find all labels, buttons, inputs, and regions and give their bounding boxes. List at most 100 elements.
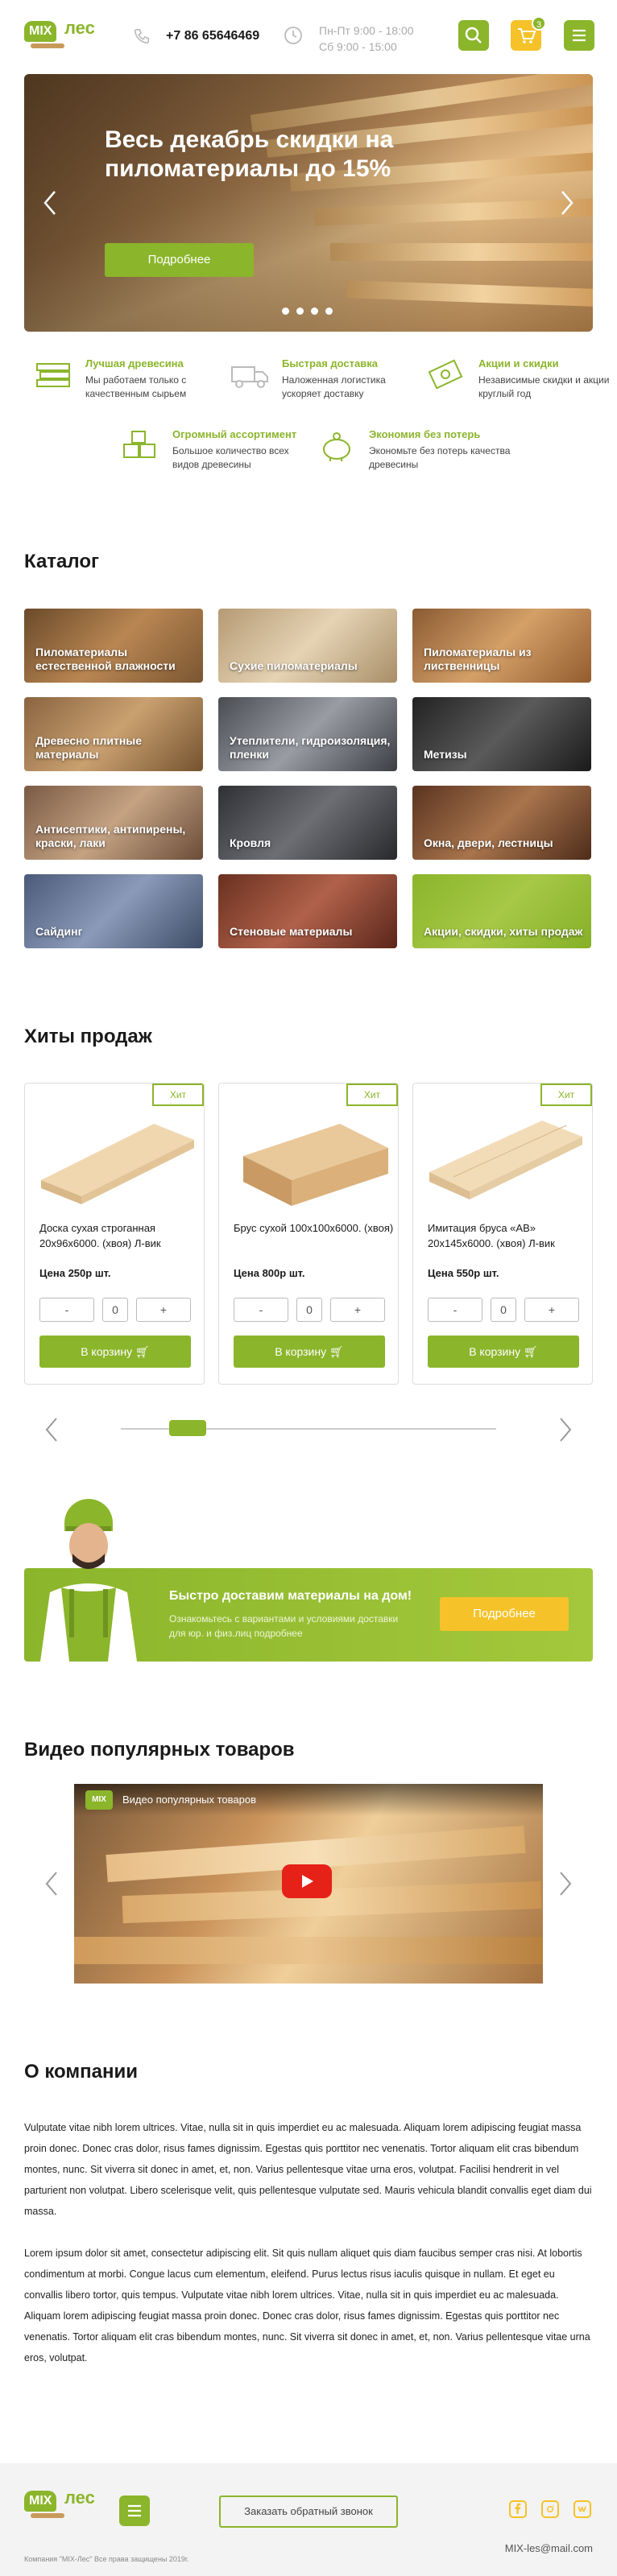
qty-input[interactable]: 0 — [102, 1298, 128, 1322]
slider-prev-arrow-icon[interactable] — [39, 187, 63, 219]
slider-dots — [282, 308, 333, 316]
catalog-item[interactable]: Кровля — [218, 786, 397, 860]
qty-plus-button[interactable]: + — [330, 1298, 385, 1322]
product-image — [429, 1121, 582, 1199]
slider-dot[interactable] — [296, 308, 304, 315]
header-phone[interactable]: +7 86 65646469 — [166, 29, 259, 43]
feature-title: Быстрая доставка — [282, 357, 378, 369]
hero-more-button[interactable]: Подробнее — [105, 243, 254, 277]
catalog-item-label: Сайдинг — [35, 925, 83, 938]
hits-prev-arrow-icon[interactable] — [40, 1414, 64, 1446]
catalog-item-label: Антисептики, антипирены, краски, лаки — [35, 823, 186, 849]
add-to-cart-label: В корзину — [469, 1345, 521, 1358]
add-to-cart-button[interactable]: В корзину 🛒︎ — [428, 1335, 579, 1368]
catalog-item[interactable]: Окна, двери, лестницы — [412, 786, 591, 860]
feature-desc: Экономьте без потерь качества древесины — [369, 445, 511, 470]
catalog-item[interactable]: Стеновые материалы — [218, 874, 397, 948]
slider-dot[interactable] — [311, 308, 318, 315]
about-paragraph: Vulputate vitae nibh lorem ultrices. Vit… — [24, 2122, 592, 2217]
video-player-title[interactable]: Видео популярных товаров — [122, 1794, 256, 1806]
product-name: Брус сухой 100х100х6000. (хвоя) — [234, 1222, 394, 1234]
video-bg-plank — [74, 1937, 543, 1964]
menu-button[interactable] — [564, 20, 594, 51]
vk-icon[interactable] — [574, 2500, 591, 2518]
catalog-item-label: Окна, двери, лестницы — [424, 836, 553, 849]
catalog-item-promo[interactable]: Акции, скидки, хиты продаж — [412, 874, 591, 948]
add-to-cart-label: В корзину — [275, 1345, 327, 1358]
product-price: Цена 250р шт. — [39, 1267, 111, 1279]
feature-assortment: Огромный ассортимент Большое количество … — [119, 428, 313, 485]
cart-icon: 🛒︎ — [524, 1345, 538, 1358]
callback-button[interactable]: Заказать обратный звонок — [219, 2496, 398, 2528]
youtube-play-button[interactable] — [282, 1864, 332, 1898]
feature-discounts: Акции и скидки Независимые скидки и акци… — [425, 357, 617, 414]
add-to-cart-button[interactable]: В корзину 🛒︎ — [234, 1335, 385, 1368]
qty-input[interactable]: 0 — [296, 1298, 322, 1322]
add-to-cart-button[interactable]: В корзину 🛒︎ — [39, 1335, 191, 1368]
wood-icon — [36, 363, 70, 387]
catalog-item[interactable]: Пиломатериалы из лиственницы — [412, 609, 591, 683]
feature-best-wood: Лучшая древесина Мы работаем только с ка… — [32, 357, 226, 414]
truck-icon — [231, 366, 268, 388]
header: MIX лес +7 86 65646469 Пн-Пт 9:00 - 18:0… — [0, 0, 617, 72]
catalog-item-label: Стеновые материалы — [230, 925, 353, 938]
feature-title: Экономия без потерь — [369, 428, 481, 440]
footer-email[interactable]: MIX-les@mail.com — [505, 2542, 593, 2554]
qty-minus-button[interactable]: - — [428, 1298, 482, 1322]
catalog-item[interactable]: Утеплители, гидроизоляция, пленки — [218, 697, 397, 771]
catalog-item[interactable]: Древесно плитные материалы — [24, 697, 203, 771]
search-icon — [465, 27, 482, 43]
product-card: Хит Доска сухая строганная 20х96х6000. (… — [24, 1083, 205, 1385]
logo[interactable]: MIX лес — [24, 16, 98, 53]
qty-plus-button[interactable]: + — [524, 1298, 579, 1322]
hits-next-arrow-icon[interactable] — [553, 1414, 577, 1446]
slider-next-arrow-icon[interactable] — [554, 187, 578, 219]
feature-desc: Большое количество всех видов древесины — [172, 445, 289, 470]
video-section-title: Видео популярных товаров — [24, 1739, 295, 1761]
video-player[interactable]: MIX Видео популярных товаров — [74, 1784, 543, 1984]
product-card: Хит Брус сухой 100х100х6000. (хвоя) Цена… — [218, 1083, 399, 1385]
video-bg-plank — [122, 1880, 542, 1924]
search-button[interactable] — [458, 20, 489, 51]
copyright: Компания "MIX-Лес" Все права защищены 20… — [24, 2555, 189, 2563]
delivery-desc: Ознакомьтесь с вариантами и условиями до… — [169, 1613, 399, 1639]
slider-dot[interactable] — [282, 308, 289, 315]
about-title: О компании — [24, 2061, 138, 2083]
catalog-item[interactable]: Метизы — [412, 697, 591, 771]
catalog-item[interactable]: Сайдинг — [24, 874, 203, 948]
facebook-icon[interactable] — [509, 2500, 527, 2518]
catalog-item-label: Пиломатериалы из лиственницы — [424, 646, 532, 672]
product-price: Цена 800р шт. — [234, 1267, 305, 1279]
footer-menu-button[interactable] — [119, 2496, 150, 2526]
qty-input[interactable]: 0 — [491, 1298, 516, 1322]
slider-dot[interactable] — [325, 308, 333, 315]
qty-minus-button[interactable]: - — [234, 1298, 288, 1322]
video-prev-arrow-icon[interactable] — [40, 1868, 64, 1900]
logo-mix: MIX — [24, 21, 57, 42]
product-name: Доска сухая строганная 20х96х6000. (хвоя… — [39, 1222, 161, 1249]
hamburger-icon — [573, 29, 586, 42]
delivery-more-button[interactable]: Подробнее — [440, 1597, 569, 1631]
footer-logo[interactable]: MIX лес — [24, 2486, 98, 2523]
product-name: Имитация бруса «АВ» 20х145х6000. (хвоя) … — [428, 1222, 555, 1249]
about-paragraph: Lorem ipsum dolor sit amet, consectetur … — [24, 2248, 590, 2363]
logo-mix: MIX — [24, 2491, 57, 2512]
video-next-arrow-icon[interactable] — [553, 1868, 577, 1900]
catalog-item[interactable]: Сухие пиломатериалы — [218, 609, 397, 683]
footer: MIX лес Заказать обратный звонок Компани… — [0, 2463, 617, 2576]
catalog-item-label: Сухие пиломатериалы — [230, 659, 358, 672]
feature-fast-delivery: Быстрая доставка Наложенная логистика ус… — [229, 357, 422, 414]
instagram-icon[interactable] — [541, 2500, 559, 2518]
add-to-cart-label: В корзину — [81, 1345, 133, 1358]
hero-title: Весь декабрь скидки на пиломатериалы до … — [105, 126, 394, 182]
hits-scrollbar-thumb[interactable] — [169, 1420, 206, 1436]
feature-desc: Наложенная логистика ускоряет доставку — [282, 374, 386, 399]
hero-slider: Весь декабрь скидки на пиломатериалы до … — [24, 74, 593, 332]
catalog-item-label: Утеплители, гидроизоляция, пленки — [230, 734, 391, 761]
video-channel-logo[interactable]: MIX — [85, 1790, 113, 1810]
catalog-item[interactable]: Пиломатериалы естественной влажности — [24, 609, 203, 683]
qty-plus-button[interactable]: + — [136, 1298, 191, 1322]
cart-count-badge: 3 — [532, 16, 546, 31]
qty-minus-button[interactable]: - — [39, 1298, 94, 1322]
catalog-item[interactable]: Антисептики, антипирены, краски, лаки — [24, 786, 203, 860]
